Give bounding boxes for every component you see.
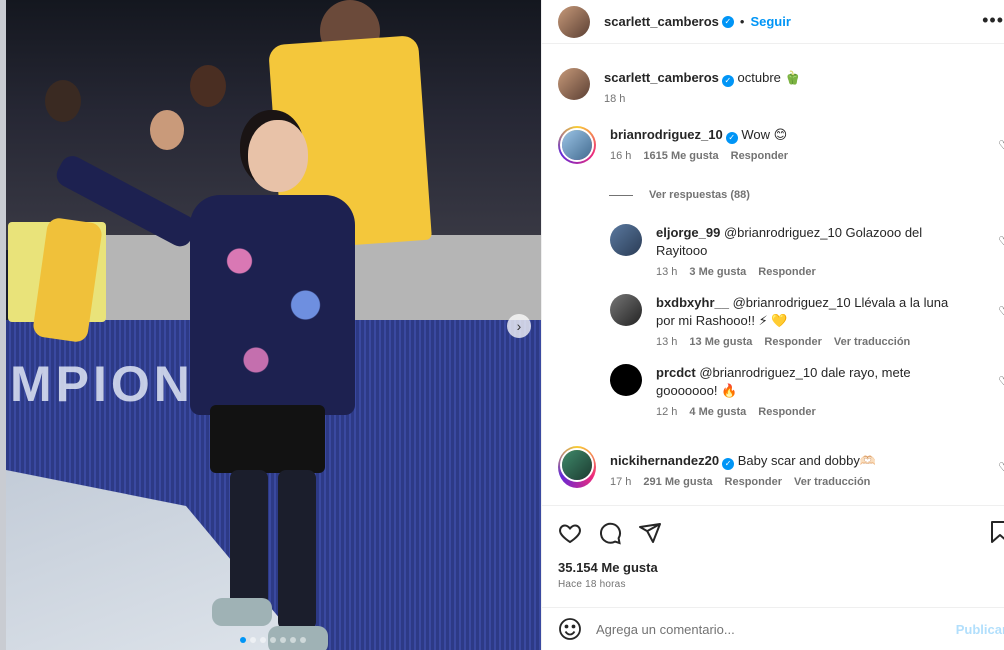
comment-username[interactable]: nickihernandez20 bbox=[610, 453, 719, 468]
comment: brianrodriguez_10 ✓ Wow 😊 16 h 1615 Me gu… bbox=[558, 126, 1004, 164]
comment-text: Wow 😊 bbox=[741, 127, 788, 142]
carousel-dot bbox=[300, 637, 306, 643]
bookmark-icon[interactable] bbox=[989, 520, 1004, 544]
reply-button[interactable]: Responder bbox=[731, 150, 788, 162]
emoji-icon[interactable] bbox=[558, 617, 582, 641]
post-side-panel: scarlett_camberos ✓ • Seguir ••• scarlet… bbox=[541, 0, 1004, 650]
comment-icon[interactable] bbox=[598, 521, 622, 545]
comment-likes[interactable]: 13 Me gusta bbox=[689, 336, 752, 348]
comment-time: 16 h bbox=[610, 150, 632, 162]
comment-avatar[interactable] bbox=[610, 224, 642, 256]
player-shorts bbox=[210, 405, 325, 473]
action-icons bbox=[558, 520, 989, 546]
view-replies-button[interactable]: Ver respuestas (88) bbox=[609, 189, 750, 201]
post-image[interactable]: MPION › bbox=[0, 0, 541, 650]
reply-button[interactable]: Responder bbox=[758, 406, 815, 418]
comment-username[interactable]: prcdct bbox=[656, 365, 696, 380]
caption-username[interactable]: scarlett_camberos bbox=[604, 70, 719, 85]
carousel-dot bbox=[250, 637, 256, 643]
verified-icon: ✓ bbox=[721, 75, 734, 87]
comment-username[interactable]: eljorge_99 bbox=[656, 225, 720, 240]
comment: nickihernandez20 ✓ Baby scar and dobby🫶🏻 … bbox=[558, 446, 1004, 488]
chevron-right-icon: › bbox=[516, 318, 522, 334]
player-jersey bbox=[190, 195, 355, 415]
verified-icon: ✓ bbox=[722, 458, 735, 470]
player-leg bbox=[278, 470, 316, 630]
comment-likes[interactable]: 3 Me gusta bbox=[689, 266, 746, 278]
comment-likes[interactable]: 4 Me gusta bbox=[689, 406, 746, 418]
translate-button[interactable]: Ver traducción bbox=[794, 476, 870, 488]
reply-comment: bxdbxyhr__ @brianrodriguez_10 Llévala a … bbox=[610, 294, 1004, 348]
author-username[interactable]: scarlett_camberos bbox=[604, 14, 719, 29]
heart-icon[interactable]: ♡ bbox=[998, 304, 1004, 318]
fan bbox=[45, 80, 81, 122]
comment-avatar[interactable] bbox=[558, 126, 596, 164]
comment-likes[interactable]: 291 Me gusta bbox=[643, 476, 712, 488]
post-header: scarlett_camberos ✓ • Seguir ••• bbox=[542, 0, 1004, 44]
comment-input[interactable] bbox=[596, 621, 926, 637]
author-avatar[interactable] bbox=[558, 68, 590, 100]
player-shoe bbox=[212, 598, 272, 626]
verified-icon: ✓ bbox=[725, 132, 738, 144]
comment-text: Baby scar and dobby🫶🏻 bbox=[737, 453, 877, 468]
ad-board-text: MPION bbox=[10, 356, 194, 412]
view-replies-label: Ver respuestas (88) bbox=[649, 189, 750, 201]
comments-list[interactable]: scarlett_camberos ✓ octubre 🫑 18 h brianr… bbox=[542, 52, 1004, 505]
carousel-dot bbox=[240, 637, 246, 643]
player-leg bbox=[230, 470, 268, 610]
carousel-dot bbox=[260, 637, 266, 643]
heart-icon[interactable]: ♡ bbox=[998, 460, 1004, 474]
comment-time: 17 h bbox=[610, 476, 632, 488]
caption: scarlett_camberos ✓ octubre 🫑 18 h bbox=[558, 68, 801, 105]
reply-comment: prcdct @brianrodriguez_10 dale rayo, met… bbox=[610, 364, 1004, 418]
add-comment-bar: Publicar bbox=[542, 607, 1004, 650]
comment-likes[interactable]: 1615 Me gusta bbox=[643, 150, 718, 162]
comment-time: 13 h bbox=[656, 266, 678, 278]
comment-username[interactable]: bxdbxyhr__ bbox=[656, 295, 729, 310]
separator-dot: • bbox=[739, 14, 745, 29]
caption-time: 18 h bbox=[604, 93, 626, 105]
post-comment-button[interactable]: Publicar bbox=[956, 622, 1004, 637]
post-timestamp: Hace 18 horas bbox=[558, 579, 626, 590]
heart-icon[interactable]: ♡ bbox=[998, 138, 1004, 152]
heart-icon[interactable] bbox=[558, 521, 582, 545]
carousel-dots bbox=[240, 637, 306, 643]
comment-time: 13 h bbox=[656, 336, 678, 348]
heart-icon[interactable]: ♡ bbox=[998, 374, 1004, 388]
carousel-dot bbox=[270, 637, 276, 643]
reply-button[interactable]: Responder bbox=[758, 266, 815, 278]
fan bbox=[150, 110, 184, 150]
comment-avatar[interactable] bbox=[610, 294, 642, 326]
player-head bbox=[248, 120, 308, 192]
follow-button[interactable]: Seguir bbox=[750, 14, 790, 29]
fan bbox=[190, 65, 226, 107]
comment-username[interactable]: brianrodriguez_10 bbox=[610, 127, 723, 142]
reply-comment: eljorge_99 @brianrodriguez_10 Golazooo d… bbox=[610, 224, 1004, 278]
author-avatar[interactable] bbox=[558, 5, 590, 38]
share-icon[interactable] bbox=[638, 521, 662, 545]
comment-avatar[interactable] bbox=[610, 364, 642, 396]
caption-text: octubre 🫑 bbox=[737, 70, 801, 85]
translate-button[interactable]: Ver traducción bbox=[834, 336, 910, 348]
verified-icon: ✓ bbox=[721, 15, 734, 28]
comment-avatar[interactable] bbox=[558, 446, 596, 488]
comment-time: 12 h bbox=[656, 406, 678, 418]
reply-button[interactable]: Responder bbox=[725, 476, 782, 488]
carousel-dot bbox=[280, 637, 286, 643]
more-horizontal-icon[interactable]: ••• bbox=[982, 10, 1004, 31]
post-actions: 35.154 Me gusta Hace 18 horas bbox=[542, 505, 1004, 607]
heart-icon[interactable]: ♡ bbox=[998, 234, 1004, 248]
carousel-dot bbox=[290, 637, 296, 643]
likes-count[interactable]: 35.154 Me gusta bbox=[558, 560, 989, 575]
divider-line bbox=[609, 194, 633, 196]
carousel-next-button[interactable]: › bbox=[507, 314, 531, 338]
reply-button[interactable]: Responder bbox=[764, 336, 821, 348]
